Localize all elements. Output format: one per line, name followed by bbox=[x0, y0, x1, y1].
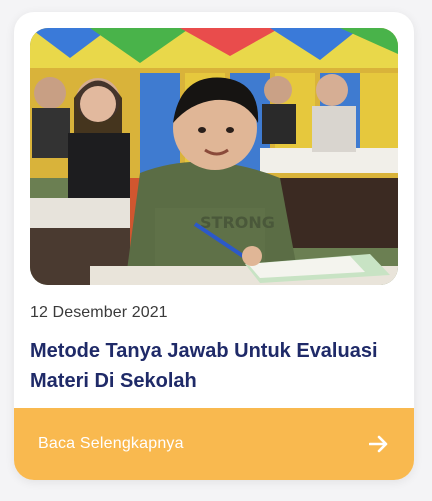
read-more-label: Baca Selengkapnya bbox=[38, 435, 184, 452]
article-image[interactable]: STRONG bbox=[30, 28, 398, 285]
article-date: 12 Desember 2021 bbox=[30, 304, 168, 321]
article-card[interactable]: STRONG 12 Desember 2021 Metode Tanya Jaw… bbox=[14, 12, 414, 480]
svg-text:STRONG: STRONG bbox=[200, 213, 275, 232]
article-title[interactable]: Metode Tanya Jawab Untuk Evaluasi Materi… bbox=[30, 336, 390, 396]
read-more-button[interactable]: Baca Selengkapnya bbox=[14, 408, 414, 480]
arrow-right-icon bbox=[368, 433, 390, 455]
classroom-photo: STRONG bbox=[30, 28, 398, 285]
